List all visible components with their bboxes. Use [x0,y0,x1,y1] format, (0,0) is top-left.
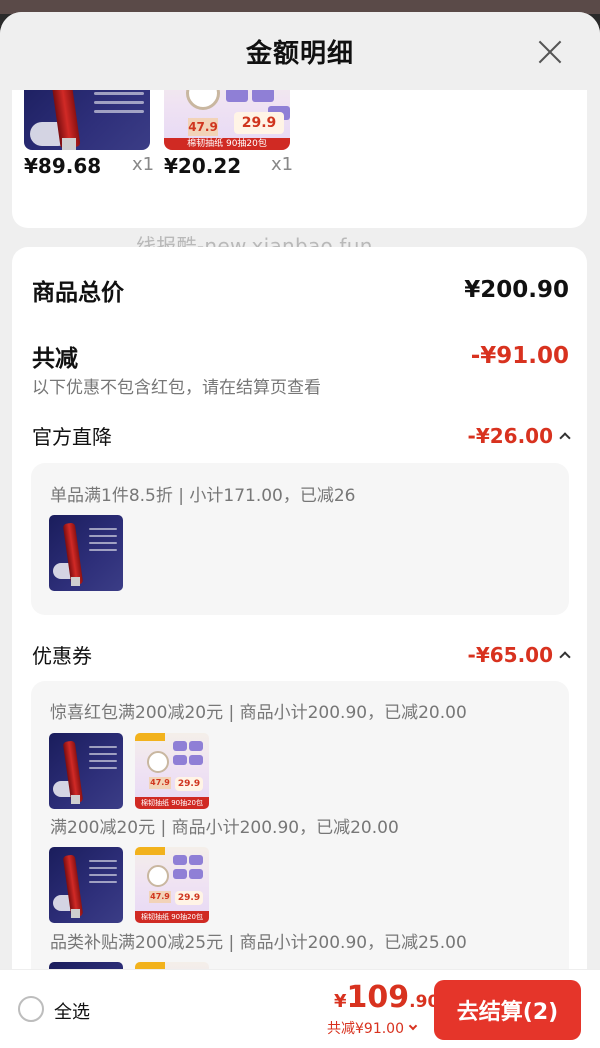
total-row: 商品总价 ¥200.90 [32,273,569,307]
saving-text: 共减¥91.00 [327,1021,404,1037]
coupons-amount: -¥65.00 [467,642,553,667]
official-drop-label: 官方直降 [32,425,112,449]
product-price: ¥89.68 [24,154,102,178]
discount-label: 共减 [32,346,78,372]
sheet-title: 金额明细 [245,38,354,69]
discount-value: -¥91.00 [470,343,569,369]
coupon-rule: 满200减20元 | 商品小计200.90，已减20.00 [50,818,399,838]
checkout-button[interactable]: 去结算(2) [434,980,581,1040]
discount-row: 共减 -¥91.00 [32,339,569,373]
coupons-value: -¥65.00 [467,642,571,667]
product-quantity: x1 [271,154,294,175]
coupon-rule: 品类补贴满200减25元 | 商品小计200.90，已减25.00 [50,933,467,953]
chevron-down-icon [408,1021,418,1031]
sheet-header: 金额明细 [0,12,600,90]
select-all-checkbox[interactable] [18,996,44,1022]
pay-total: ¥109.90 [334,980,439,1015]
amount-detail-sheet: 金额明细 ¥89.68 x1 47.9 29.9 棉韧抽纸 90抽20包 ¥20… [0,12,600,1048]
chevron-up-icon[interactable] [559,431,571,444]
total-value: ¥200.90 [464,277,569,303]
official-drop-detail: 单品满1件8.5折 | 小计171.00，已减26 [31,463,569,615]
discount-note: 以下优惠不包含红包，请在结算页查看 [32,378,321,398]
coupons-label: 优惠券 [32,644,92,668]
coupon-rule: 惊喜红包满200减20元 | 商品小计200.90，已减20.00 [50,703,467,723]
pay-integer: 109 [346,980,410,1015]
cleanser-thumbnail [49,733,123,809]
saving-summary[interactable]: 共减¥91.00 [327,1018,418,1038]
product-quantity: x1 [132,154,155,175]
coupons-header[interactable]: 优惠券 -¥65.00 [32,640,571,669]
chevron-up-icon[interactable] [559,650,571,663]
product-price: ¥20.22 [164,154,242,178]
cleanser-thumbnail [49,515,123,591]
official-drop-amount: -¥26.00 [467,423,553,448]
official-drop-header[interactable]: 官方直降 -¥26.00 [32,421,571,450]
checkout-bar: 全选 ¥109.90 共减¥91.00 去结算(2) [0,969,600,1048]
cleanser-thumbnail [49,847,123,923]
tissue-thumbnail: 47.9 29.9 棉韧抽纸 90抽20包 [135,847,209,923]
price-detail-card: 商品总价 ¥200.90 共减 -¥91.00 以下优惠不包含红包，请在结算页查… [12,247,587,1027]
official-drop-value: -¥26.00 [467,423,571,448]
close-icon[interactable] [536,38,564,66]
select-all-label[interactable]: 全选 [54,998,90,1024]
official-drop-rule: 单品满1件8.5折 | 小计171.00，已减26 [50,486,356,506]
tissue-thumbnail: 47.9 29.9 棉韧抽纸 90抽20包 [135,733,209,809]
pay-currency: ¥ [334,991,347,1012]
total-label: 商品总价 [32,280,124,306]
